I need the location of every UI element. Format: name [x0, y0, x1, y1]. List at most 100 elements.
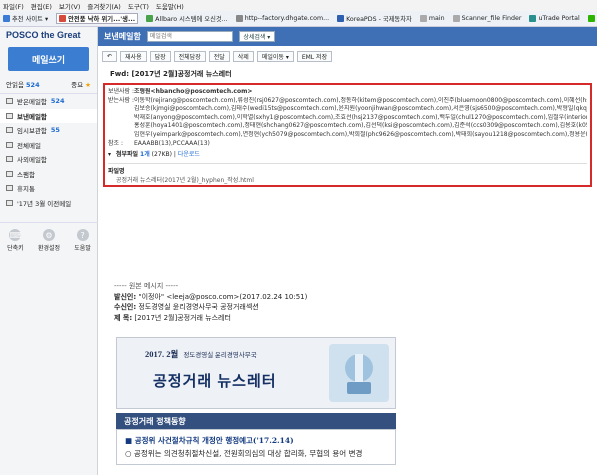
favicon-icon — [337, 15, 345, 22]
newsletter-bullet: ■ 공정위 사건절차규칙 개정안 행정예고('17.2.14) — [125, 436, 294, 445]
toolbar-button[interactable]: 메일이동 ▾ — [256, 50, 294, 62]
folder-icon — [6, 170, 13, 177]
forward-divider: ----- 원본 메시지 ----- — [114, 282, 179, 290]
recipient-line[interactable]: 이동학(rejirang@poscomtech.com),류성진(rsj0627… — [134, 97, 587, 106]
favorite-label: http--factory.dhgate.com... — [244, 15, 330, 22]
folder-icon — [6, 185, 13, 192]
newsletter-section-header: 공정거래 정책동향 — [116, 413, 396, 429]
favicon-icon — [587, 15, 595, 22]
folder-icon — [6, 199, 13, 206]
folder-item[interactable]: 전체메일 — [0, 138, 97, 153]
attachment-file[interactable]: 공정거래 뉴스레터(2017년 2월)_hyphen_작성.html — [108, 175, 587, 184]
favorite-link[interactable]: Scanner_file Finder — [452, 15, 522, 22]
mail-counters: 안읽음 524 중요 ★ — [0, 75, 97, 94]
favorite-label: Allbaro 시스템에 오신것... — [155, 16, 228, 23]
menu-item[interactable]: 도구(T) — [128, 1, 149, 11]
forward-from: "이정아" <leeja@posco.com>(2017.02.24 10:51… — [138, 292, 308, 301]
advanced-search-button[interactable]: 상세검색 ▾ — [238, 31, 275, 42]
forward-to: 정도경영실 윤리경영사무국 공정거래섹션 — [138, 303, 259, 311]
folder-label: 보낸메일함 — [17, 112, 47, 121]
favorite-label: Scanner_file Finder — [461, 15, 522, 22]
newsletter-content: 2017. 2월 정도경영실 윤리경영사무국 공정거래 뉴스레터 공정거래 정책동… — [116, 337, 396, 475]
favorite-label: 추천 사이트 ▾ — [12, 16, 49, 23]
folder-item[interactable]: '17년 3월 이전메일 — [0, 196, 97, 211]
folder-item[interactable]: 휴지통 — [0, 181, 97, 196]
favorite-link[interactable]: 추천 사이트 ▾ — [3, 14, 48, 23]
favorite-link[interactable]: 네이버 사전 — [587, 14, 597, 23]
sidebar-tools: ⌨ 단축키 ⚙ 환경설정 ? 도움말 — [0, 222, 98, 252]
folder-count: 55 — [50, 126, 60, 135]
settings-button[interactable]: ⚙ 환경설정 — [38, 229, 60, 252]
chevron-down-icon[interactable]: ▾ — [108, 151, 116, 160]
newsletter-body: ■ 공정위 사건절차규칙 개정안 행정예고('17.2.14) ○ 공정위는 의… — [116, 429, 396, 465]
toolbar-button[interactable]: 재사용 — [120, 50, 147, 62]
favorite-link[interactable]: uTrade Portal — [529, 15, 580, 22]
toolbar-button[interactable]: 전체답장 — [173, 50, 206, 62]
favicon-icon — [452, 15, 460, 22]
folder-item[interactable]: 임시보관함 55 — [0, 123, 97, 138]
keyboard-icon: ⌨ — [9, 229, 22, 241]
favorites-bar: 추천 사이트 ▾ 안전풍 낙하 위기...'생... Allbaro 시스템에 오신… — [0, 11, 597, 27]
cc-row: 참조 : EAAABB(13),PCCAAA(13) — [108, 139, 210, 149]
favorite-label: main — [428, 15, 445, 22]
menu-item[interactable]: 도움말(H) — [156, 1, 184, 11]
toolbar-button[interactable]: EML 저장 — [296, 50, 333, 62]
toolbar-button[interactable]: 답장 — [149, 50, 171, 62]
sender-row: 보낸사람 : 조형원<hbancho@poscomtech.com> — [108, 88, 253, 97]
recipient-line[interactable]: 홍성훈(hoya1401@poscomtech.com),정태현(shchang… — [134, 122, 587, 131]
toolbar-button[interactable]: ↶ — [102, 50, 118, 62]
shortcut-button[interactable]: ⌨ 단축키 — [7, 229, 24, 252]
newsletter-title: 공정거래 뉴스레터 — [153, 373, 277, 390]
favicon-icon — [419, 15, 427, 22]
folder-label: '17년 3월 이전메일 — [17, 199, 72, 208]
folder-item[interactable]: 스팸함 — [0, 167, 97, 182]
favicon-icon — [529, 15, 537, 22]
mail-subject: Fwd: [2017년 2월]공정거래 뉴스레터 — [110, 70, 232, 78]
favicon-icon — [235, 15, 243, 22]
recipient-line[interactable]: 임현우(yeimpark@poscomtech.com),연정현(ych5079… — [134, 131, 587, 140]
brand-logo: POSCO the Great — [6, 30, 81, 40]
newsletter-dept: 정도경영실 윤리경영사무국 — [183, 352, 257, 359]
important-filter[interactable]: 중요 ★ — [71, 79, 91, 89]
newsletter-text: ○ 공정위는 의견청취절차신설, 전원회의심의 대상 합리화, 무협의 용어 변… — [125, 449, 363, 458]
menu-item[interactable]: 즐겨찾기(A) — [87, 1, 120, 11]
cc-list[interactable]: EAAABB(13),PCCAAA(13) — [134, 140, 210, 149]
folder-item[interactable]: 받은메일함 524 — [0, 94, 97, 109]
folder-label: 사외메일함 — [17, 156, 47, 165]
favorite-link[interactable]: KoreaPDS - 국제동차자 — [337, 14, 412, 23]
unread-counter[interactable]: 안읽음 524 — [6, 79, 40, 89]
folder-label: 전체메일 — [17, 141, 41, 150]
sidebar: POSCO the Great 메일쓰기 안읽음 524 중요 ★ 받은메일함 5… — [0, 27, 98, 475]
folder-title: 보낸메일함 — [104, 32, 141, 41]
forwarded-header: ----- 원본 메시지 ----- 발신인: "이정아" <leeja@pos… — [114, 282, 308, 322]
menu-item[interactable]: 파일(F) — [3, 1, 24, 11]
menu-item[interactable]: 편집(E) — [31, 1, 52, 11]
search-input[interactable] — [146, 31, 233, 42]
recipient-line[interactable]: 김보승(kjmgi@poscomtech.com),김태수(wedi15ts@p… — [134, 105, 587, 114]
folder-icon — [6, 156, 13, 163]
menu-item[interactable]: 보기(V) — [59, 1, 80, 11]
mail-toolbar: ↶ 재사용 답장 전체답장 전달 삭제 메일이동 ▾ EML 저장 — [98, 49, 597, 63]
toolbar-button[interactable]: 전달 — [208, 50, 230, 62]
mail-view: 보낸메일함 상세검색 ▾ ↶재사용답장전체답장전달삭제메일이동 ▾EML 저장 … — [98, 27, 597, 475]
compose-button[interactable]: 메일쓰기 — [8, 47, 89, 71]
folder-label: 스팸함 — [17, 170, 35, 179]
mail-header-bar: 보낸메일함 상세검색 ▾ — [98, 27, 597, 46]
favorite-link[interactable]: Allbaro 시스템에 오신것... — [146, 14, 228, 23]
favicon-icon — [146, 15, 154, 22]
help-button[interactable]: ? 도움말 — [74, 229, 91, 252]
folder-list: 받은메일함 524 보낸메일함임시보관함 55 전체메일사외메일함스팸함휴지통 '17년 … — [0, 94, 97, 210]
favorite-link[interactable]: 안전풍 낙하 위기...'생... — [56, 13, 139, 24]
folder-label: 휴지통 — [17, 185, 35, 194]
favorite-label: uTrade Portal — [538, 15, 580, 22]
toolbar-button[interactable]: 삭제 — [232, 50, 254, 62]
folder-item[interactable]: 사외메일함 — [0, 152, 97, 167]
mail-header-details: 보낸사람 : 조형원<hbancho@poscomtech.com> 받는사람 … — [103, 83, 592, 187]
favorite-link[interactable]: http--factory.dhgate.com... — [235, 15, 330, 22]
download-link[interactable]: 다운로드 — [178, 151, 200, 160]
recipient-line[interactable]: 박재호(anyong@poscomtech.com),이학열(sxhy1@pos… — [134, 114, 587, 123]
folder-item[interactable]: 보낸메일함 — [0, 108, 97, 123]
favorite-link[interactable]: main — [419, 15, 445, 22]
sender-address[interactable]: 조형원<hbancho@poscomtech.com> — [134, 88, 252, 97]
folder-icon — [6, 127, 13, 134]
